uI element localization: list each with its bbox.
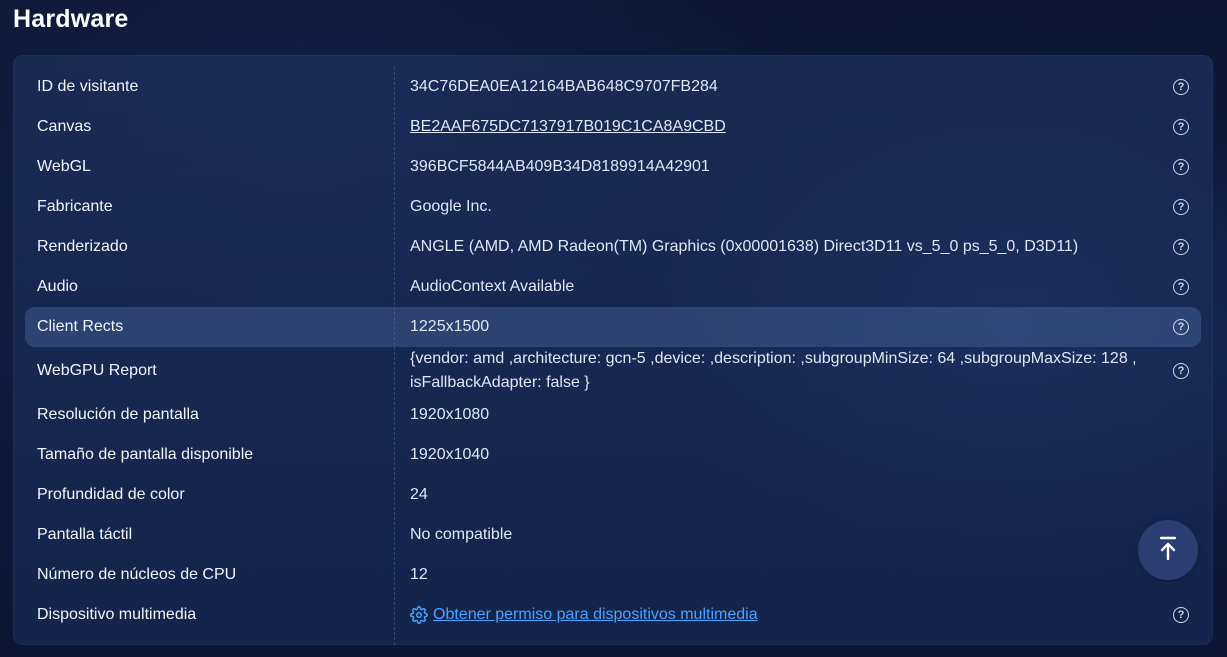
row-color-depth: Profundidad de color 24 bbox=[25, 475, 1201, 515]
media-permission-link[interactable]: Obtener permiso para dispositivos multim… bbox=[433, 606, 758, 624]
help-icon[interactable]: ? bbox=[1173, 239, 1189, 255]
row-value: 34C76DEA0EA12164BAB648C9707FB284 bbox=[410, 78, 718, 95]
row-value: 1920x1080 bbox=[410, 406, 490, 423]
row-value: No compatible bbox=[410, 526, 513, 543]
hardware-info-list: ID de visitante 34C76DEA0EA12164BAB648C9… bbox=[25, 67, 1201, 635]
row-canvas: Canvas BE2AAF675DC7137917B019C1CA8A9CBD … bbox=[25, 107, 1201, 147]
row-value: Google Inc. bbox=[410, 198, 492, 215]
canvas-hash-link[interactable]: BE2AAF675DC7137917B019C1CA8A9CBD bbox=[410, 118, 726, 136]
row-label: WebGL bbox=[37, 158, 91, 175]
page-title: Hardware bbox=[13, 5, 129, 33]
row-label: ID de visitante bbox=[37, 78, 139, 95]
row-label: Fabricante bbox=[37, 198, 113, 215]
row-value: 12 bbox=[410, 566, 428, 583]
row-screen-resolution: Resolución de pantalla 1920x1080 bbox=[25, 395, 1201, 435]
row-label: Pantalla táctil bbox=[37, 526, 133, 543]
help-icon[interactable]: ? bbox=[1173, 607, 1189, 623]
row-webgl: WebGL 396BCF5844AB409B34D8189914A42901 ? bbox=[25, 147, 1201, 187]
help-icon[interactable]: ? bbox=[1173, 159, 1189, 175]
row-label: Profundidad de color bbox=[37, 486, 185, 503]
arrow-up-to-top-icon bbox=[1157, 535, 1179, 566]
row-label: Dispositivo multimedia bbox=[37, 606, 197, 623]
row-media-devices: Dispositivo multimedia Obtener permiso p… bbox=[25, 595, 1201, 635]
row-value: Obtener permiso para dispositivos multim… bbox=[410, 595, 1159, 635]
row-label: Tamaño de pantalla disponible bbox=[37, 446, 254, 463]
help-icon[interactable]: ? bbox=[1173, 79, 1189, 95]
help-icon[interactable]: ? bbox=[1173, 363, 1189, 379]
help-icon[interactable]: ? bbox=[1173, 199, 1189, 215]
scroll-to-top-button[interactable] bbox=[1138, 520, 1198, 580]
gear-icon[interactable] bbox=[410, 606, 428, 624]
row-label: Client Rects bbox=[37, 318, 124, 335]
row-value: 396BCF5844AB409B34D8189914A42901 bbox=[410, 158, 710, 175]
row-webgpu-report: WebGPU Report {vendor: amd ,architecture… bbox=[25, 347, 1201, 395]
row-label: Renderizado bbox=[37, 238, 128, 255]
row-audio: Audio AudioContext Available ? bbox=[25, 267, 1201, 307]
help-icon[interactable]: ? bbox=[1173, 119, 1189, 135]
row-value: 24 bbox=[410, 486, 428, 503]
row-cpu-cores: Número de núcleos de CPU 12 bbox=[25, 555, 1201, 595]
row-value: 1920x1040 bbox=[410, 446, 490, 463]
row-available-screen-size: Tamaño de pantalla disponible 1920x1040 bbox=[25, 435, 1201, 475]
hardware-info-card: ID de visitante 34C76DEA0EA12164BAB648C9… bbox=[13, 55, 1213, 645]
row-label: Canvas bbox=[37, 118, 92, 135]
row-label: Resolución de pantalla bbox=[37, 406, 199, 423]
row-client-rects: Client Rects 1225x1500 ? bbox=[25, 307, 1201, 347]
row-touch-screen: Pantalla táctil No compatible bbox=[25, 515, 1201, 555]
row-value: BE2AAF675DC7137917B019C1CA8A9CBD bbox=[410, 107, 1159, 147]
help-icon[interactable]: ? bbox=[1173, 279, 1189, 295]
row-value: 1225x1500 bbox=[410, 318, 490, 335]
row-label: Número de núcleos de CPU bbox=[37, 566, 237, 583]
row-value: AudioContext Available bbox=[410, 278, 575, 295]
row-label: WebGPU Report bbox=[37, 362, 157, 379]
row-vendor: Fabricante Google Inc. ? bbox=[25, 187, 1201, 227]
row-value: {vendor: amd ,architecture: gcn-5 ,devic… bbox=[410, 350, 1137, 391]
row-visitor-id: ID de visitante 34C76DEA0EA12164BAB648C9… bbox=[25, 67, 1201, 107]
row-renderer: Renderizado ANGLE (AMD, AMD Radeon(TM) G… bbox=[25, 227, 1201, 267]
help-icon[interactable]: ? bbox=[1173, 319, 1189, 335]
row-value: ANGLE (AMD, AMD Radeon(TM) Graphics (0x0… bbox=[410, 238, 1079, 255]
row-label: Audio bbox=[37, 278, 78, 295]
